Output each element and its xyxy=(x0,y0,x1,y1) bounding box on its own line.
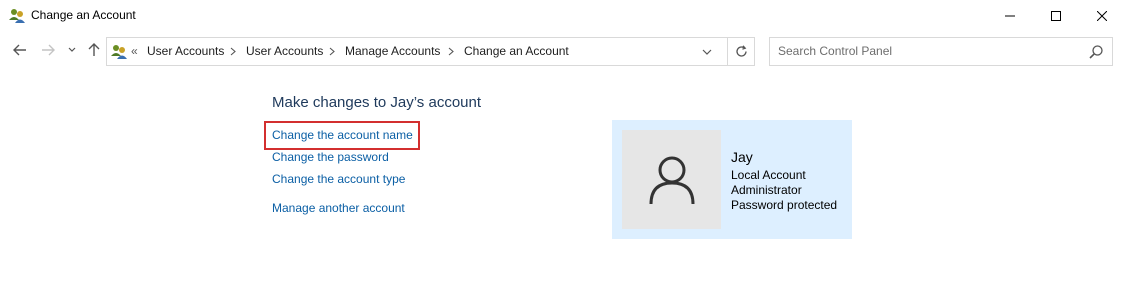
refresh-icon xyxy=(735,45,747,57)
change-account-type-link[interactable]: Change the account type xyxy=(272,172,405,186)
up-button[interactable] xyxy=(84,40,104,60)
window-title: Change an Account xyxy=(31,8,136,22)
breadcrumb-user-accounts-root[interactable]: User Accounts xyxy=(147,44,224,58)
avatar xyxy=(622,130,721,229)
account-name: Jay xyxy=(731,149,753,165)
breadcrumb-separator-icon[interactable] xyxy=(446,42,456,60)
chevron-down-icon xyxy=(702,49,712,55)
close-button[interactable] xyxy=(1079,0,1125,31)
back-button[interactable] xyxy=(10,40,30,60)
arrow-right-icon xyxy=(42,44,55,56)
user-avatar-icon xyxy=(649,156,694,204)
account-type: Local Account xyxy=(731,168,806,182)
refresh-button[interactable] xyxy=(728,37,755,66)
breadcrumb-overflow[interactable]: « xyxy=(131,44,138,58)
breadcrumb-user-accounts[interactable]: User Accounts xyxy=(246,44,323,58)
search-box[interactable]: Search Control Panel xyxy=(769,37,1113,66)
breadcrumb-separator-icon[interactable] xyxy=(327,42,337,60)
arrow-up-icon xyxy=(88,43,100,56)
change-account-name-link[interactable]: Change the account name xyxy=(272,128,413,142)
account-status: Password protected xyxy=(731,198,838,212)
page-title: Make changes to Jay’s account xyxy=(272,94,482,111)
forward-button[interactable] xyxy=(38,40,58,60)
close-icon xyxy=(1097,10,1107,21)
breadcrumb-manage-accounts[interactable]: Manage Accounts xyxy=(345,44,440,58)
account-summary-panel: Jay Local Account Administrator Password… xyxy=(612,120,852,239)
user-accounts-icon xyxy=(110,43,128,61)
search-icon[interactable] xyxy=(1088,44,1104,60)
account-role: Administrator xyxy=(731,183,802,197)
maximize-button[interactable] xyxy=(1033,0,1079,31)
breadcrumb-change-an-account[interactable]: Change an Account xyxy=(464,44,569,58)
manage-another-account-link[interactable]: Manage another account xyxy=(272,201,405,215)
minimize-icon xyxy=(1005,15,1015,16)
change-password-link[interactable]: Change the password xyxy=(272,150,389,164)
breadcrumb-separator-icon[interactable] xyxy=(228,42,238,60)
title-bar: Change an Account xyxy=(0,0,1125,32)
arrow-left-icon xyxy=(13,44,26,56)
navigation-bar: « User Accounts User Accounts Manage Acc… xyxy=(0,32,1125,70)
minimize-button[interactable] xyxy=(987,0,1033,31)
chevron-down-icon xyxy=(68,47,76,52)
address-dropdown-button[interactable] xyxy=(699,43,715,61)
recent-locations-button[interactable] xyxy=(63,40,81,60)
search-input[interactable]: Search Control Panel xyxy=(778,44,892,58)
address-bar[interactable]: « User Accounts User Accounts Manage Acc… xyxy=(106,37,728,66)
maximize-icon xyxy=(1051,10,1061,21)
user-accounts-icon xyxy=(8,7,26,25)
